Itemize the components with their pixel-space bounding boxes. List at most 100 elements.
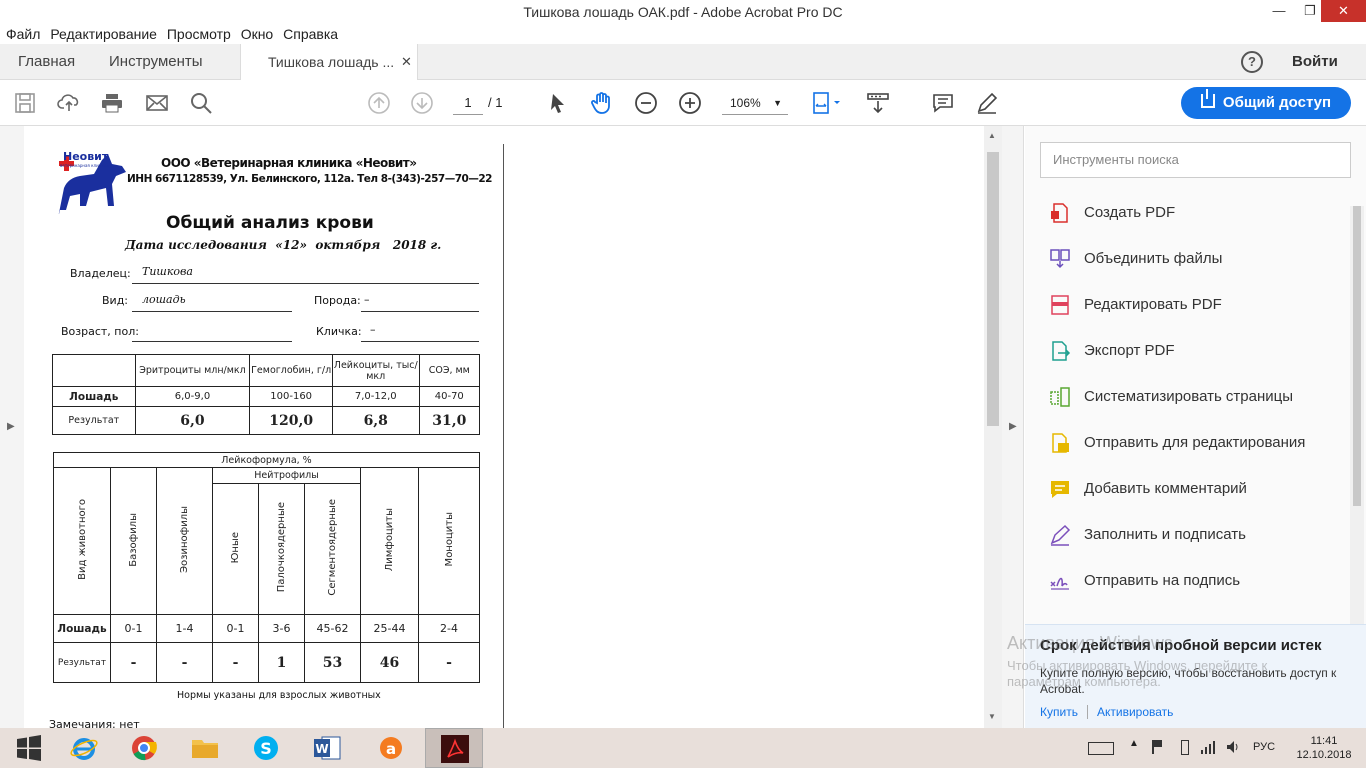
share-button[interactable]: Общий доступ [1181,87,1351,119]
print-icon[interactable] [100,91,124,115]
buy-link[interactable]: Купить [1040,705,1078,719]
document-view[interactable]: Неовит ветеринарная клиника ООО «Ветерин… [24,126,984,728]
tool-label: Экспорт PDF [1084,342,1175,359]
taskbar-skype[interactable]: S [237,728,295,768]
leuko-result-cell: 53 [304,642,361,683]
scroll-thumb[interactable] [987,152,999,426]
avast-icon: a [380,737,402,759]
taskbar-avast[interactable]: a [362,728,420,768]
close-tab-icon[interactable]: ✕ [401,44,412,80]
volume-icon[interactable] [1225,739,1241,755]
leuko-norm-cell: 2-4 [418,614,480,643]
search-icon[interactable] [189,91,213,115]
save-icon[interactable] [13,91,37,115]
clinic-name: ООО «Ветеринарная клиника «Неовит» [161,156,417,170]
scroll-down-icon[interactable]: ▼ [988,712,996,721]
comment-icon[interactable] [931,91,955,115]
clinic-logo: Неовит ветеринарная клиника [46,148,136,218]
menu-file[interactable]: Файл [6,24,40,44]
activation-watermark-text: Чтобы активировать Windows, перейдите к … [1007,658,1268,689]
help-icon[interactable]: ? [1241,51,1263,73]
page-fit-icon[interactable] [811,91,845,115]
create-pdf-icon [1051,203,1068,223]
menu-bar: Файл Редактирование Просмотр Окно Справк… [0,24,1366,44]
keyboard-icon[interactable] [1088,742,1114,755]
expand-left-panel-icon[interactable]: ▶ [7,421,15,432]
close-button[interactable]: ✕ [1321,0,1366,22]
tool-export-pdf[interactable]: Экспорт PDF [1049,336,1175,366]
col-band: Палочкоядерные [276,502,287,593]
tools-search-input[interactable]: Инструменты поиска [1040,142,1351,178]
col-basophils: Базофилы [128,512,139,567]
next-page-icon[interactable] [410,91,434,115]
highlight-pen-icon[interactable] [975,91,999,115]
clock[interactable]: 11:41 12.10.2018 [1294,734,1354,762]
norm-cell: 40-70 [418,386,481,407]
taskbar-word[interactable]: W [298,728,356,768]
taskbar-explorer[interactable] [176,728,234,768]
zoom-out-icon[interactable] [634,91,658,115]
taskbar-acrobat[interactable] [425,728,483,768]
zoom-in-icon[interactable] [678,91,702,115]
language-indicator[interactable]: РУС [1253,741,1275,753]
tab-bar: Главная Инструменты Тишкова лошадь ... ✕… [0,44,1366,81]
chevron-down-icon: ▼ [773,98,782,108]
page-number-input[interactable]: 1 [453,91,483,115]
window-title: Тишкова лошадь ОАК.pdf - Adobe Acrobat P… [523,4,843,20]
battery-icon[interactable] [1181,740,1189,755]
tab-tools[interactable]: Инструменты [109,44,203,80]
col-wbc: Лейкоциты, тыс/мкл [331,354,420,387]
species-value: лошадь [142,293,186,306]
activate-link[interactable]: Активировать [1097,705,1173,719]
prev-page-icon[interactable] [367,91,391,115]
zoom-select[interactable]: 106% ▼ [722,91,788,115]
tool-send-review[interactable]: Отправить для редактирования [1049,428,1305,458]
tool-send-sign[interactable]: Отправить на подпись [1049,566,1240,596]
collapse-right-panel-icon[interactable]: ▶ [1009,421,1017,432]
left-panel-strip: ▶ [0,126,24,728]
leuko-title: Лейкоформула, % [53,452,480,468]
menu-help[interactable]: Справка [283,24,338,44]
owner-value: Тишкова [142,265,193,278]
col-lymphocytes: Лимфоциты [384,507,395,572]
logo-subtext: ветеринарная клиника [60,163,109,168]
leukoformula-table: Лейкоформула, % Вид животного Базофилы Э… [53,452,480,683]
tab-document[interactable]: Тишкова лошадь ... ✕ [240,44,418,81]
tool-fill-sign[interactable]: Заполнить и подписать [1049,520,1246,550]
comment-icon [1051,481,1069,498]
tool-edit-pdf[interactable]: Редактировать PDF [1049,290,1222,320]
network-icon[interactable] [1200,739,1216,755]
menu-edit[interactable]: Редактирование [50,24,157,44]
acrobat-icon [441,735,469,763]
hand-tool-icon[interactable] [590,91,614,115]
tray-chevron-icon[interactable]: ▲ [1129,738,1139,749]
tool-create-pdf[interactable]: Создать PDF [1049,198,1175,228]
tool-add-comment[interactable]: Добавить комментарий [1049,474,1247,504]
maximize-button[interactable]: ❐ [1299,0,1321,22]
tool-organize-pages[interactable]: Систематизировать страницы [1049,382,1293,412]
tool-combine-files[interactable]: Объединить файлы [1049,244,1222,274]
name-label: Кличка: [316,325,362,338]
email-icon[interactable] [145,91,169,115]
taskbar-chrome[interactable] [115,728,173,768]
internet-explorer-icon [70,738,98,760]
taskbar-ie[interactable] [55,728,113,768]
col-segmented: Сегментоядерные [327,499,338,596]
tools-scrollbar[interactable] [1350,206,1364,626]
signin-button[interactable]: Войти [1292,44,1338,80]
flag-icon[interactable] [1152,740,1162,754]
minimize-button[interactable]: — [1259,0,1299,22]
tab-home[interactable]: Главная [18,44,75,80]
menu-window[interactable]: Окно [241,24,274,44]
tool-label: Добавить комментарий [1084,480,1247,497]
doc-title: Общий анализ крови [166,213,374,233]
document-scrollbar[interactable]: ▲ ▼ [984,126,1002,728]
leuko-result-cell: - [156,642,213,683]
start-button[interactable] [0,728,58,768]
select-arrow-icon[interactable] [546,91,570,115]
upload-icon[interactable] [57,91,81,115]
scroll-mode-icon[interactable] [866,91,890,115]
tools-scroll-thumb[interactable] [1353,206,1361,506]
menu-view[interactable]: Просмотр [167,24,231,44]
scroll-up-icon[interactable]: ▲ [988,131,996,140]
